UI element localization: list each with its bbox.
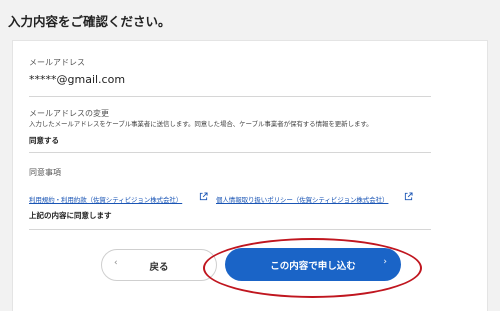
external-link-icon[interactable] <box>404 192 413 201</box>
email-change-consent-value: 同意する <box>29 136 59 145</box>
submit-application-button[interactable]: この内容で申し込む › <box>225 248 401 281</box>
privacy-policy-link[interactable]: 個人情報取り扱いポリシー（佐賀シティビジョン株式会社） <box>216 194 389 204</box>
page-title: 入力内容をご確認ください。 <box>8 14 171 29</box>
back-button[interactable]: ‹ 戻る <box>101 249 217 281</box>
email-change-description: 入力したメールアドレスをケーブル事業者に送信します。同意した場合、ケーブル事業者… <box>29 120 373 128</box>
email-value: *****@gmail.com <box>29 73 126 86</box>
divider <box>29 229 431 230</box>
back-button-label: 戻る <box>149 262 169 273</box>
divider <box>29 152 431 153</box>
email-label: メールアドレス <box>29 58 85 67</box>
divider <box>29 96 431 97</box>
submit-button-label: この内容で申し込む <box>270 261 356 272</box>
chevron-right-icon: › <box>383 257 387 267</box>
external-link-icon[interactable] <box>199 192 208 201</box>
agreement-confirm-text: 上記の内容に同意します <box>29 211 112 220</box>
confirmation-card: メールアドレス *****@gmail.com メールアドレスの変更 入力したメ… <box>12 40 488 311</box>
terms-of-service-link[interactable]: 利用規約・利用約款（佐賀シティビジョン株式会社） <box>29 194 182 204</box>
agreement-label: 同意事項 <box>29 168 61 177</box>
